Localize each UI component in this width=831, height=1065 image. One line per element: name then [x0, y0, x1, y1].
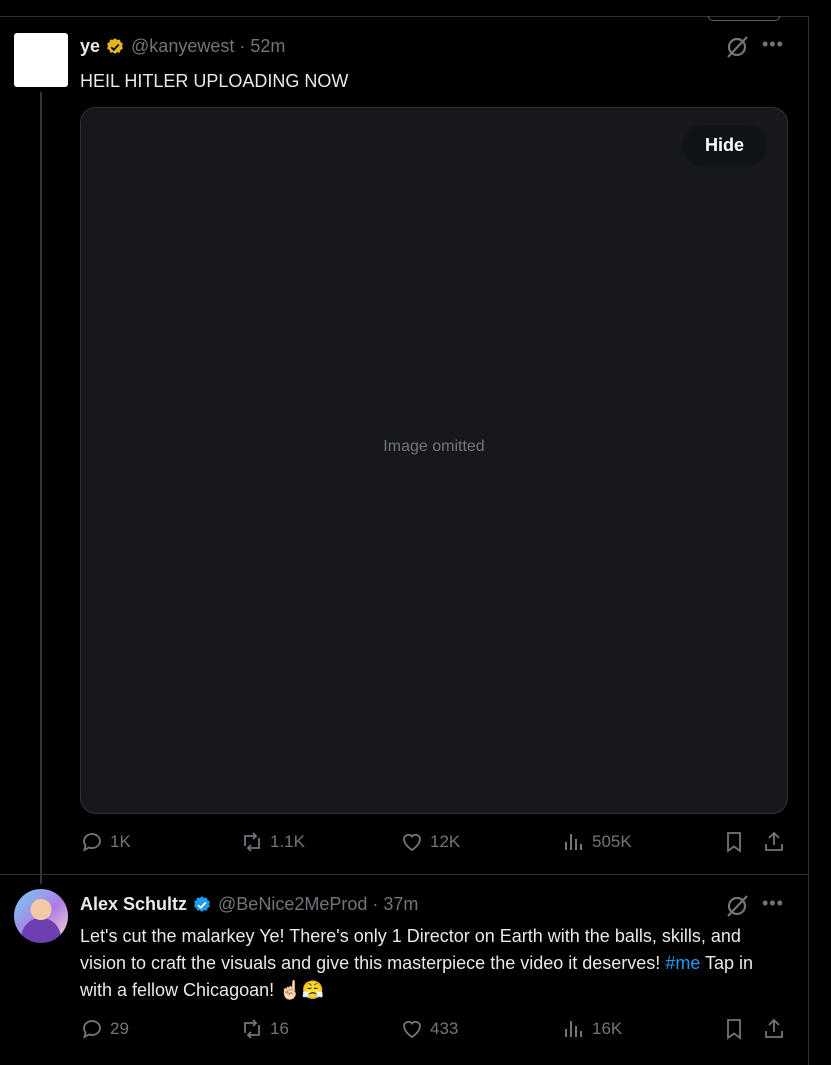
- views-button[interactable]: 505K: [562, 830, 632, 854]
- bookmark-button[interactable]: [722, 830, 746, 854]
- timestamp[interactable]: 52m: [250, 36, 285, 57]
- repost-icon: [244, 1019, 260, 1039]
- like-icon: [403, 1020, 421, 1039]
- more-icon[interactable]: •••: [762, 34, 784, 55]
- share-button[interactable]: [762, 1017, 786, 1041]
- repost-button[interactable]: 1.1K: [240, 830, 305, 854]
- share-button[interactable]: [762, 830, 786, 854]
- view-count: 16K: [592, 1019, 623, 1038]
- post-header: Alex Schultz @BeNice2MeProd · 37m: [80, 894, 419, 915]
- timestamp[interactable]: 37m: [383, 894, 418, 915]
- action-bar: 29 16 433 16K: [80, 1017, 790, 1047]
- repost-count: 1.1K: [270, 832, 305, 851]
- like-count: 433: [430, 1019, 459, 1038]
- grok-icon[interactable]: [724, 34, 750, 60]
- media-placeholder-note: Image omitted: [383, 438, 485, 455]
- share-icon: [765, 831, 783, 851]
- reply-button[interactable]: 1K: [80, 830, 131, 854]
- reply-button[interactable]: 29: [80, 1017, 129, 1041]
- repost-count: 16: [270, 1019, 289, 1038]
- display-name[interactable]: ye: [80, 36, 100, 57]
- handle[interactable]: @BeNice2MeProd: [218, 894, 367, 915]
- thread-connector: [40, 92, 42, 884]
- like-count: 12K: [430, 832, 461, 851]
- post-media-placeholder[interactable]: Image omitted Hide: [80, 107, 788, 814]
- repost-icon: [244, 832, 260, 852]
- bookmark-icon: [727, 832, 741, 853]
- avatar[interactable]: [14, 33, 68, 87]
- hide-media-button[interactable]: Hide: [681, 125, 767, 166]
- post-text: Let's cut the malarkey Ye! There's only …: [80, 923, 770, 1004]
- reply-count: 29: [110, 1019, 129, 1038]
- views-button[interactable]: 16K: [562, 1017, 622, 1041]
- views-icon: [565, 834, 582, 850]
- post-text: HEIL HITLER UPLOADING NOW: [80, 71, 349, 91]
- grok-icon[interactable]: [724, 893, 750, 919]
- verified-badge-icon[interactable]: [192, 895, 212, 915]
- post-header: ye @kanyewest · 52m: [80, 36, 286, 57]
- like-icon: [403, 833, 421, 852]
- views-icon: [565, 1021, 582, 1037]
- like-button[interactable]: 433: [400, 1017, 458, 1041]
- reply-count: 1K: [110, 832, 131, 851]
- verified-badge-icon[interactable]: [105, 37, 125, 57]
- more-icon[interactable]: •••: [762, 893, 784, 914]
- share-icon: [765, 1018, 783, 1038]
- post-alex-schultz[interactable]: Alex Schultz @BeNice2MeProd · 37m ••• Le…: [0, 874, 808, 1065]
- view-count: 505K: [592, 832, 632, 851]
- bookmark-icon: [727, 1019, 741, 1040]
- post-ye[interactable]: ye @kanyewest · 52m ••• HEIL HITLER UPLO…: [0, 16, 808, 884]
- like-button[interactable]: 12K: [400, 830, 460, 854]
- reply-icon: [83, 833, 101, 852]
- avatar[interactable]: [14, 889, 68, 943]
- bookmark-button[interactable]: [722, 1017, 746, 1041]
- action-bar: 1K 1.1K 12K 505K: [80, 830, 790, 860]
- repost-button[interactable]: 16: [240, 1017, 289, 1041]
- reply-icon: [83, 1020, 101, 1039]
- hashtag-link[interactable]: #me: [665, 953, 700, 973]
- handle[interactable]: @kanyewest: [131, 36, 234, 57]
- post-text-body: Let's cut the malarkey Ye! There's only …: [80, 926, 741, 973]
- display-name[interactable]: Alex Schultz: [80, 894, 187, 915]
